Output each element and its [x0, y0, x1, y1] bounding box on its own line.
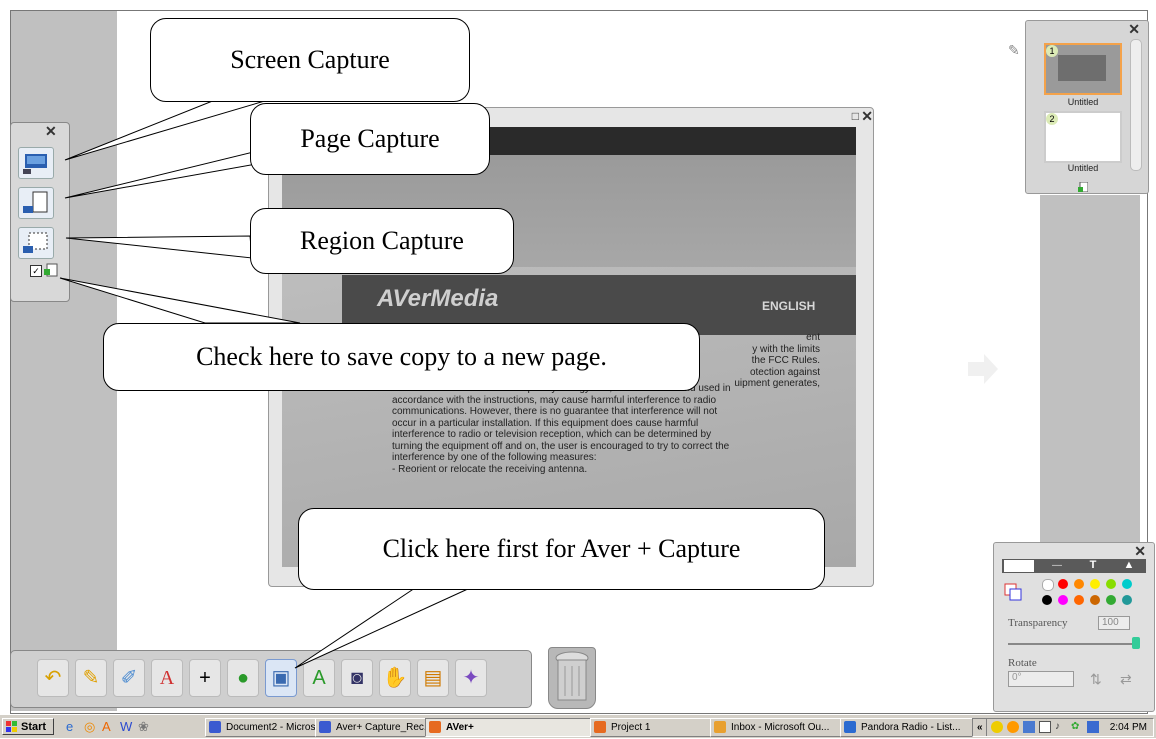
outlook-app-icon	[714, 721, 726, 733]
screen-capture-callout: Screen Capture	[150, 18, 470, 102]
utility-icon[interactable]: ❀	[138, 719, 152, 734]
outlook-icon[interactable]: ◎	[84, 719, 98, 734]
region-capture-callout: Region Capture	[250, 208, 514, 274]
task-label: Aver+ Capture_Rec...	[336, 722, 433, 733]
windows-taskbar: Start e ◎ A W ❀ Document2 - Micros... Av…	[0, 714, 1156, 738]
security-icon[interactable]	[991, 721, 1003, 733]
taskbar-task-project1[interactable]: Project 1	[590, 718, 727, 737]
tray-expand-chevron[interactable]: «	[977, 719, 983, 736]
task-label: Document2 - Micros...	[226, 722, 324, 733]
display-icon[interactable]	[1087, 721, 1099, 733]
task-label: Project 1	[611, 722, 651, 733]
word-icon[interactable]: W	[120, 719, 134, 734]
taskbar-task-aver-plus[interactable]: AVer+	[425, 718, 607, 737]
taskbar-task-pandora[interactable]: Pandora Radio - List...	[840, 718, 987, 737]
aver-icon[interactable]: A	[102, 719, 116, 734]
new-page-note-callout: Check here to save copy to a new page.	[103, 323, 700, 391]
task-label: Pandora Radio - List...	[861, 722, 961, 733]
internet-explorer-app-icon	[844, 721, 856, 733]
system-tray: « ♪ ✿ 2:04 PM	[972, 718, 1154, 737]
internet-explorer-icon[interactable]: e	[66, 719, 80, 734]
network-icon[interactable]	[1023, 721, 1035, 733]
aver-app-icon	[429, 721, 441, 733]
word-document-icon	[319, 721, 331, 733]
outlook-tray-icon[interactable]	[1007, 721, 1019, 733]
page-capture-callout: Page Capture	[250, 103, 490, 175]
aver-capture-note-callout: Click here first for Aver + Capture	[298, 508, 825, 590]
taskbar-task-document2[interactable]: Document2 - Micros...	[205, 718, 332, 737]
windows-logo-icon	[6, 721, 18, 733]
task-label: Inbox - Microsoft Ou...	[731, 722, 830, 733]
start-button[interactable]: Start	[2, 718, 54, 735]
taskbar-task-inbox[interactable]: Inbox - Microsoft Ou...	[710, 718, 857, 737]
disconnected-icon[interactable]	[1039, 721, 1051, 733]
task-label: AVer+	[446, 722, 474, 733]
start-label: Start	[21, 721, 47, 733]
aver-app-icon	[594, 721, 606, 733]
clock[interactable]: 2:04 PM	[1110, 719, 1147, 736]
word-document-icon	[209, 721, 221, 733]
volume-icon[interactable]: ♪	[1055, 721, 1067, 733]
taskbar-task-aver-capture-rec[interactable]: Aver+ Capture_Rec...	[315, 718, 442, 737]
app-tray-icon[interactable]: ✿	[1071, 721, 1083, 733]
